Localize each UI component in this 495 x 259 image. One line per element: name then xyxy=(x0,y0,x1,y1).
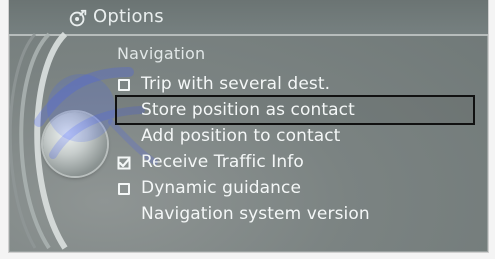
idrive-screen: Options Navigation Trip with several des… xyxy=(8,0,489,253)
checkbox-empty-icon xyxy=(118,183,130,195)
options-menu: Navigation Trip with several dest. Store… xyxy=(115,44,475,227)
menu-item-label: Store position as contact xyxy=(141,100,355,120)
title-bar: Options xyxy=(9,0,488,36)
checkbox[interactable] xyxy=(117,182,131,196)
menu-item-label: Add position to contact xyxy=(141,126,341,146)
menu-item-trip-with-several-dest[interactable]: Trip with several dest. xyxy=(117,71,473,97)
options-gear-icon xyxy=(69,9,87,27)
menu-item-label: Trip with several dest. xyxy=(141,74,331,94)
menu-item-navigation-system-version[interactable]: Navigation system version xyxy=(117,201,473,227)
checkbox[interactable] xyxy=(117,78,131,92)
menu-item-label: Dynamic guidance xyxy=(141,178,302,198)
screenshot-frame: Options Navigation Trip with several des… xyxy=(0,0,495,259)
controller-knob xyxy=(43,112,107,176)
checkbox-empty-icon xyxy=(118,79,130,91)
menu-item-label: Navigation system version xyxy=(141,204,370,224)
checkbox-checked-icon xyxy=(117,156,131,170)
menu-item-add-position-to-contact[interactable]: Add position to contact xyxy=(117,123,473,149)
menu-item-receive-traffic-info[interactable]: Receive Traffic Info xyxy=(117,149,473,175)
section-title: Navigation xyxy=(117,44,206,63)
menu-item-label: Receive Traffic Info xyxy=(141,152,304,172)
checkbox[interactable] xyxy=(117,156,131,170)
menu-item-dynamic-guidance[interactable]: Dynamic guidance xyxy=(117,175,473,201)
page-title: Options xyxy=(93,6,164,27)
menu-item-store-position-as-contact[interactable]: Store position as contact xyxy=(115,95,475,125)
